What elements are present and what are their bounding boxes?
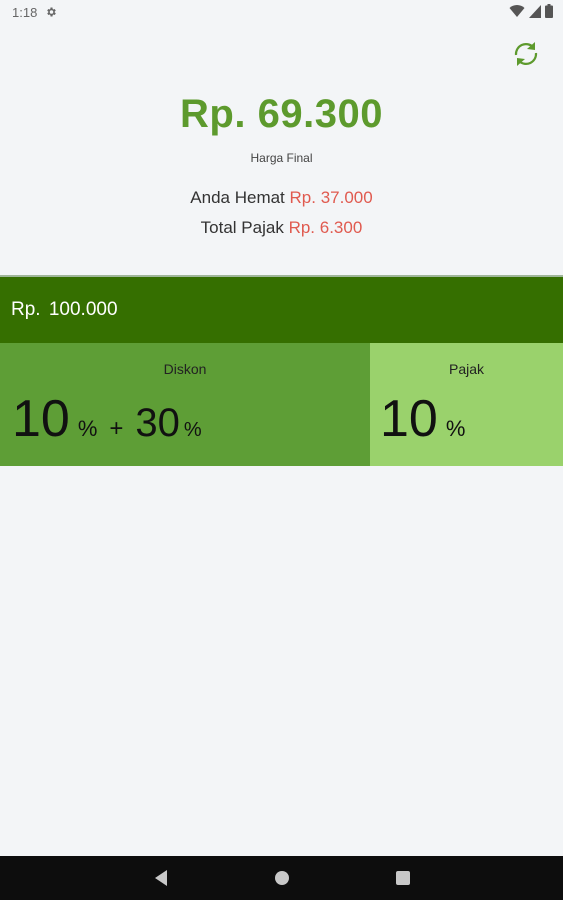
status-indicators	[509, 4, 553, 18]
tax-label: Pajak	[448, 361, 485, 377]
savings-label: Anda Hemat	[190, 188, 285, 207]
status-bar: 1:18	[0, 0, 563, 24]
final-price: Rp. 69.300	[180, 92, 383, 136]
base-price-input[interactable]: Rp. 100.000	[11, 299, 118, 321]
tax-total-line: Total Pajak Rp. 6.300	[0, 218, 563, 238]
discount-percent-1: %	[77, 416, 98, 441]
savings-value: Rp. 37.000	[289, 188, 373, 207]
tax-panel[interactable]: Pajak 10 %	[370, 343, 563, 466]
recents-icon[interactable]	[395, 869, 411, 887]
back-icon[interactable]	[153, 869, 169, 887]
refresh-icon	[514, 42, 538, 66]
battery-icon	[545, 4, 553, 18]
navigation-bar	[0, 856, 563, 900]
signal-icon	[529, 4, 541, 18]
discount-label: Diskon	[163, 361, 207, 377]
tax-total-label: Total Pajak	[200, 218, 284, 237]
savings-line: Anda Hemat Rp. 37.000	[0, 188, 563, 208]
tax-values: 10 %	[380, 389, 465, 449]
status-time: 1:18	[12, 4, 38, 20]
tax-total-value: Rp. 6.300	[288, 218, 363, 237]
discount-values: 10 % + 30 %	[12, 389, 202, 449]
base-price-bar[interactable]: Rp. 100.000	[0, 277, 563, 343]
tax-input[interactable]: 10	[380, 389, 438, 449]
discount-input-2[interactable]: 30	[135, 401, 180, 446]
tax-percent: %	[445, 416, 466, 441]
discount-percent-2: %	[183, 419, 202, 441]
gear-icon	[47, 7, 57, 17]
final-price-caption: Harga Final	[250, 151, 313, 165]
wifi-icon	[509, 5, 525, 18]
discount-plus: +	[109, 415, 124, 442]
refresh-button[interactable]	[510, 38, 542, 70]
discount-input-1[interactable]: 10	[12, 389, 70, 449]
discount-panel[interactable]: Diskon 10 % + 30 %	[0, 343, 370, 466]
home-icon[interactable]	[273, 869, 291, 887]
